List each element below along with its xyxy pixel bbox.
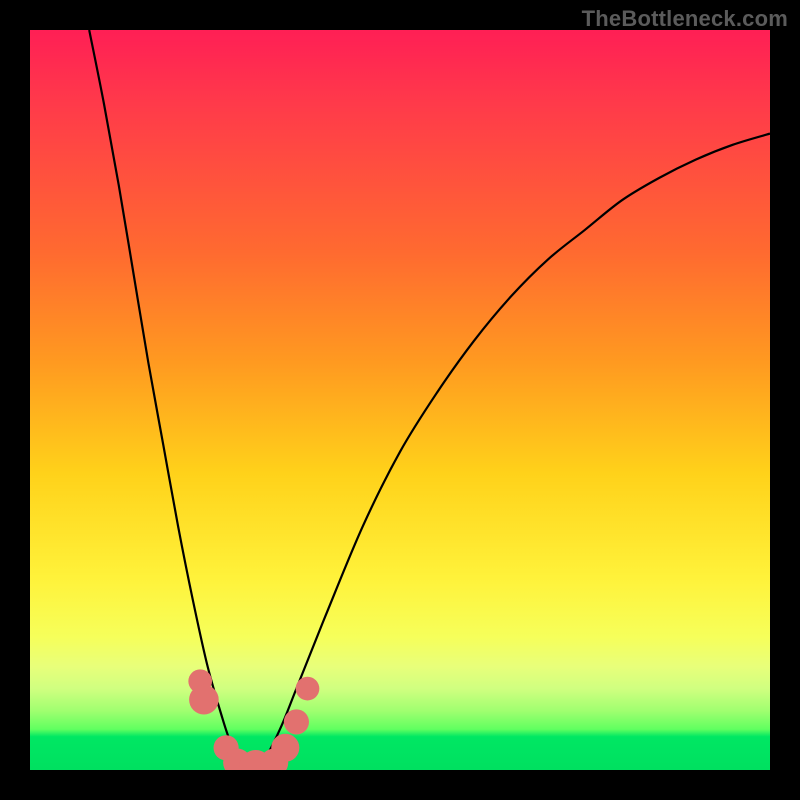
curve-left (89, 30, 252, 770)
markers-group (188, 669, 319, 770)
curve-right (252, 134, 770, 770)
curve-svg (30, 30, 770, 770)
data-marker (260, 749, 288, 770)
data-marker (223, 749, 251, 770)
watermark-text: TheBottleneck.com (582, 6, 788, 32)
data-marker (271, 734, 299, 762)
plot-area (30, 30, 770, 770)
data-marker (296, 677, 320, 701)
data-marker (189, 685, 219, 715)
data-marker (188, 669, 212, 693)
data-marker (239, 750, 272, 770)
chart-frame: TheBottleneck.com (0, 0, 800, 800)
data-marker (214, 735, 239, 760)
data-marker (284, 709, 309, 734)
